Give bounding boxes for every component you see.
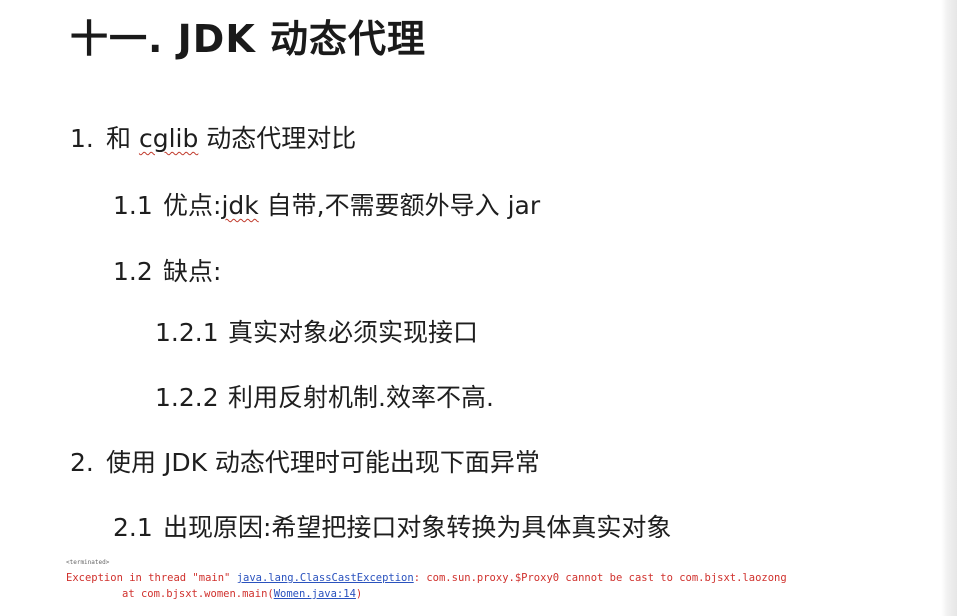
list-item-2-1: 2.1 出现原因:希望把接口对象转换为具体真实对象 [113, 508, 671, 544]
list-item-1-1: 1.1 优点:jdk 自带,不需要额外导入 jar [113, 186, 540, 222]
list-item-1: 1. 和 cglib 动态代理对比 [70, 119, 356, 155]
item-text-pre: 和 [106, 124, 139, 153]
page-title: 十一. JDK 动态代理 [70, 17, 427, 61]
item-text: 缺点: [163, 257, 222, 286]
list-item-1-2-2: 1.2.2 利用反射机制.效率不高. [155, 378, 494, 414]
list-item-1-2-1: 1.2.1 真实对象必须实现接口 [155, 313, 478, 349]
list-item-2: 2. 使用 JDK 动态代理时可能出现下面异常 [70, 443, 540, 479]
trace-prefix: at com.bjsxt.women.main( [122, 588, 274, 600]
spellcheck-word: jdk [221, 191, 259, 220]
item-number: 1.1 [113, 191, 153, 220]
list-item-1-2: 1.2 缺点: [113, 252, 221, 288]
console-error-line: Exception in thread "main" java.lang.Cla… [66, 572, 787, 585]
item-text: 真实对象必须实现接口 [228, 318, 479, 347]
item-number: 1.2.1 [155, 318, 219, 347]
exception-class-link[interactable]: java.lang.ClassCastException [237, 572, 414, 584]
item-number: 1.2.2 [155, 383, 219, 412]
right-edge-shadow [941, 0, 957, 616]
item-number: 1.2 [113, 257, 153, 286]
console-trace-line: at com.bjsxt.women.main(Women.java:14) [122, 588, 362, 601]
item-number: 2. [70, 448, 94, 477]
error-suffix: : com.sun.proxy.$Proxy0 cannot be cast t… [413, 572, 787, 584]
trace-suffix: ) [355, 588, 363, 600]
item-text: 利用反射机制.效率不高. [228, 383, 494, 412]
item-number: 1. [70, 124, 94, 153]
item-text: 使用 JDK 动态代理时可能出现下面异常 [106, 448, 540, 477]
console-status-label: <terminated> [66, 559, 110, 566]
stack-trace-link[interactable]: Women.java:14 [274, 588, 356, 600]
error-prefix: Exception in thread "main" [66, 572, 237, 584]
item-number: 2.1 [113, 513, 153, 542]
item-text-post: 自带,不需要额外导入 jar [258, 191, 541, 220]
item-text: 出现原因:希望把接口对象转换为具体真实对象 [163, 513, 672, 542]
spellcheck-word: cglib [138, 124, 199, 153]
item-text-post: 动态代理对比 [198, 124, 357, 153]
item-text-pre: 优点: [163, 191, 222, 220]
